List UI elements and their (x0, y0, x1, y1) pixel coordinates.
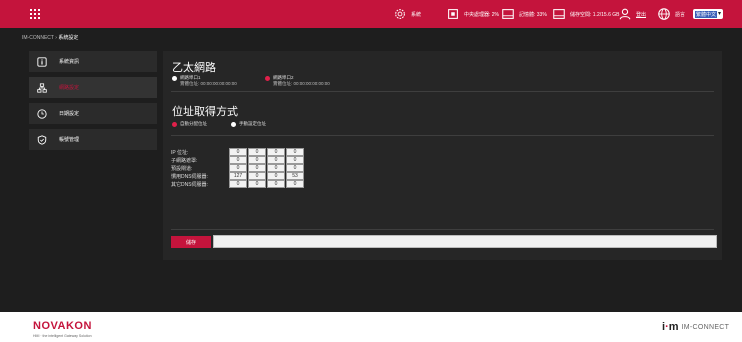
divider (171, 229, 714, 230)
user-icon (619, 8, 631, 20)
subnet-mask-label: 子網路遮罩: (171, 157, 198, 164)
port1-mac: 實體位址: 00:00:00:00:00:00 (180, 81, 237, 86)
addressing-title: 位址取得方式 (172, 106, 238, 118)
shield-icon (37, 134, 47, 145)
sidebar-item-system-info[interactable]: 系統資訊 (29, 51, 157, 72)
dns1-octet-input[interactable]: 0 (267, 172, 285, 180)
alternate-dns-row: 其它DNS伺服器: 0 0 0 0 (171, 180, 305, 188)
gear-icon (395, 9, 405, 19)
port1-radio[interactable]: 網路埠口1 實體位址: 00:00:00:00:00:00 (172, 75, 237, 87)
gateway-octet-input[interactable]: 0 (286, 164, 304, 172)
storage-status: 儲存空間: 1.2/15.6 GB (552, 0, 619, 28)
ip-octet-input[interactable]: 0 (267, 148, 285, 156)
language-label: 語言 (675, 11, 686, 18)
menu-grid-icon[interactable] (30, 9, 40, 19)
breadcrumb: IM-CONNECT › 系統設定 (22, 34, 78, 41)
radio-selected-icon (265, 76, 270, 81)
manual-address-label: 手動設定位址 (239, 121, 266, 126)
status-message-field (213, 235, 717, 248)
dns1-octet-input[interactable]: 0 (248, 172, 266, 180)
sidebar-item-network[interactable]: 網路設定 (29, 77, 157, 98)
breadcrumb-current: 系統設定 (58, 35, 79, 41)
system-status[interactable]: 系統 (393, 0, 421, 28)
im-connect-logo: i·m IM-CONNECT (662, 321, 729, 333)
storage-status-label: 儲存空間: 1.2/15.6 GB (570, 11, 620, 18)
globe-icon (658, 8, 670, 20)
network-icon (37, 82, 47, 93)
subnet-mask-row: 子網路遮罩: 0 0 0 0 (171, 156, 305, 164)
subnet-octet-input[interactable]: 0 (267, 156, 285, 164)
gateway-octet-input[interactable]: 0 (229, 164, 247, 172)
radio-icon (172, 76, 177, 81)
footer: NOVAKON HMI · the intelligent Gateway So… (0, 312, 742, 342)
sidebar: 系統資訊 網路設定 日期設定 帳號管理 (29, 51, 157, 155)
manual-address-radio[interactable]: 手動設定位址 (231, 121, 266, 127)
dns2-octet-input[interactable]: 0 (229, 180, 247, 188)
top-bar: 系統 中央處理器: 2% 記憶體: 33% 儲存空間: 1.2/15.6 GB … (0, 0, 742, 28)
ip-address-row: IP 位址: 0 0 0 0 (171, 148, 305, 156)
ethernet-title: 乙太網路 (172, 62, 216, 74)
ip-address-label: IP 位址: (171, 149, 189, 156)
sidebar-item-date[interactable]: 日期設定 (29, 103, 157, 124)
cpu-status-label: 中央處理器: 2% (464, 11, 500, 18)
gateway-label: 預設閘道: (171, 165, 193, 172)
gateway-row: 預設閘道: 0 0 0 0 (171, 164, 305, 172)
preferred-dns-label: 慣用DNS伺服器: (171, 173, 208, 180)
language-status: 語言 (657, 0, 685, 28)
memory-icon (502, 9, 514, 19)
dns1-octet-input[interactable]: 127 (229, 172, 247, 180)
system-status-label: 系統 (411, 11, 422, 18)
subnet-octet-input[interactable]: 0 (286, 156, 304, 164)
gateway-octet-input[interactable]: 0 (267, 164, 285, 172)
brand-tagline: HMI · the intelligent Gateway Solution (33, 334, 92, 338)
memory-status: 記憶體: 33% (501, 0, 547, 28)
product-name: IM-CONNECT (681, 323, 730, 331)
cpu-icon (448, 9, 458, 19)
ip-octet-input[interactable]: 0 (248, 148, 266, 156)
divider (171, 135, 714, 136)
port2-radio[interactable]: 網路埠口2 實體位址: 00:00:00:00:00:00 (265, 75, 330, 87)
sidebar-item-label: 日期設定 (59, 111, 80, 117)
breadcrumb-separator: › (55, 35, 57, 41)
gateway-octet-input[interactable]: 0 (248, 164, 266, 172)
info-icon (37, 56, 47, 67)
ip-octet-input[interactable]: 0 (229, 148, 247, 156)
alternate-dns-label: 其它DNS伺服器: (171, 181, 208, 188)
subnet-octet-input[interactable]: 0 (229, 156, 247, 164)
chevron-down-icon: ▾ (717, 11, 721, 17)
sidebar-item-account[interactable]: 帳號管理 (29, 129, 157, 150)
port2-mac: 實體位址: 00:00:00:00:00:00 (273, 81, 330, 86)
storage-icon (553, 9, 565, 19)
auto-address-label: 自動分配位址 (180, 121, 207, 126)
network-settings-panel: 乙太網路 網路埠口1 實體位址: 00:00:00:00:00:00 網路埠口2… (163, 51, 722, 260)
logout-link[interactable]: 登出 (618, 0, 646, 28)
language-value: 繁體中文 (695, 10, 718, 18)
novakon-logo: NOVAKON (33, 320, 92, 332)
dns2-octet-input[interactable]: 0 (267, 180, 285, 188)
port2-label: 網路埠口2 (273, 75, 294, 80)
memory-status-label: 記憶體: 33% (519, 11, 547, 18)
radio-selected-icon (172, 122, 177, 127)
clock-icon (37, 108, 47, 119)
dns2-octet-input[interactable]: 0 (286, 180, 304, 188)
preferred-dns-row: 慣用DNS伺服器: 127 0 0 53 (171, 172, 305, 180)
auto-address-radio[interactable]: 自動分配位址 (172, 121, 207, 127)
sidebar-item-label: 系統資訊 (59, 59, 80, 65)
radio-icon (231, 122, 236, 127)
workspace: IM-CONNECT › 系統設定 系統資訊 網路設定 日期設定 帳號管理 乙太… (0, 28, 742, 312)
logout-label: 登出 (636, 11, 647, 18)
save-button[interactable]: 儲存 (171, 236, 211, 248)
sidebar-item-label: 網路設定 (59, 85, 80, 91)
sidebar-item-label: 帳號管理 (59, 137, 80, 143)
dns1-octet-input[interactable]: 53 (286, 172, 304, 180)
divider (171, 91, 714, 92)
cpu-status: 中央處理器: 2% (446, 0, 499, 28)
dns2-octet-input[interactable]: 0 (248, 180, 266, 188)
port1-label: 網路埠口1 (180, 75, 201, 80)
subnet-octet-input[interactable]: 0 (248, 156, 266, 164)
breadcrumb-root[interactable]: IM-CONNECT (22, 35, 54, 41)
language-select[interactable]: 繁體中文 ▾ (693, 9, 723, 19)
im-mark-icon: i·m (662, 321, 679, 333)
ip-octet-input[interactable]: 0 (286, 148, 304, 156)
